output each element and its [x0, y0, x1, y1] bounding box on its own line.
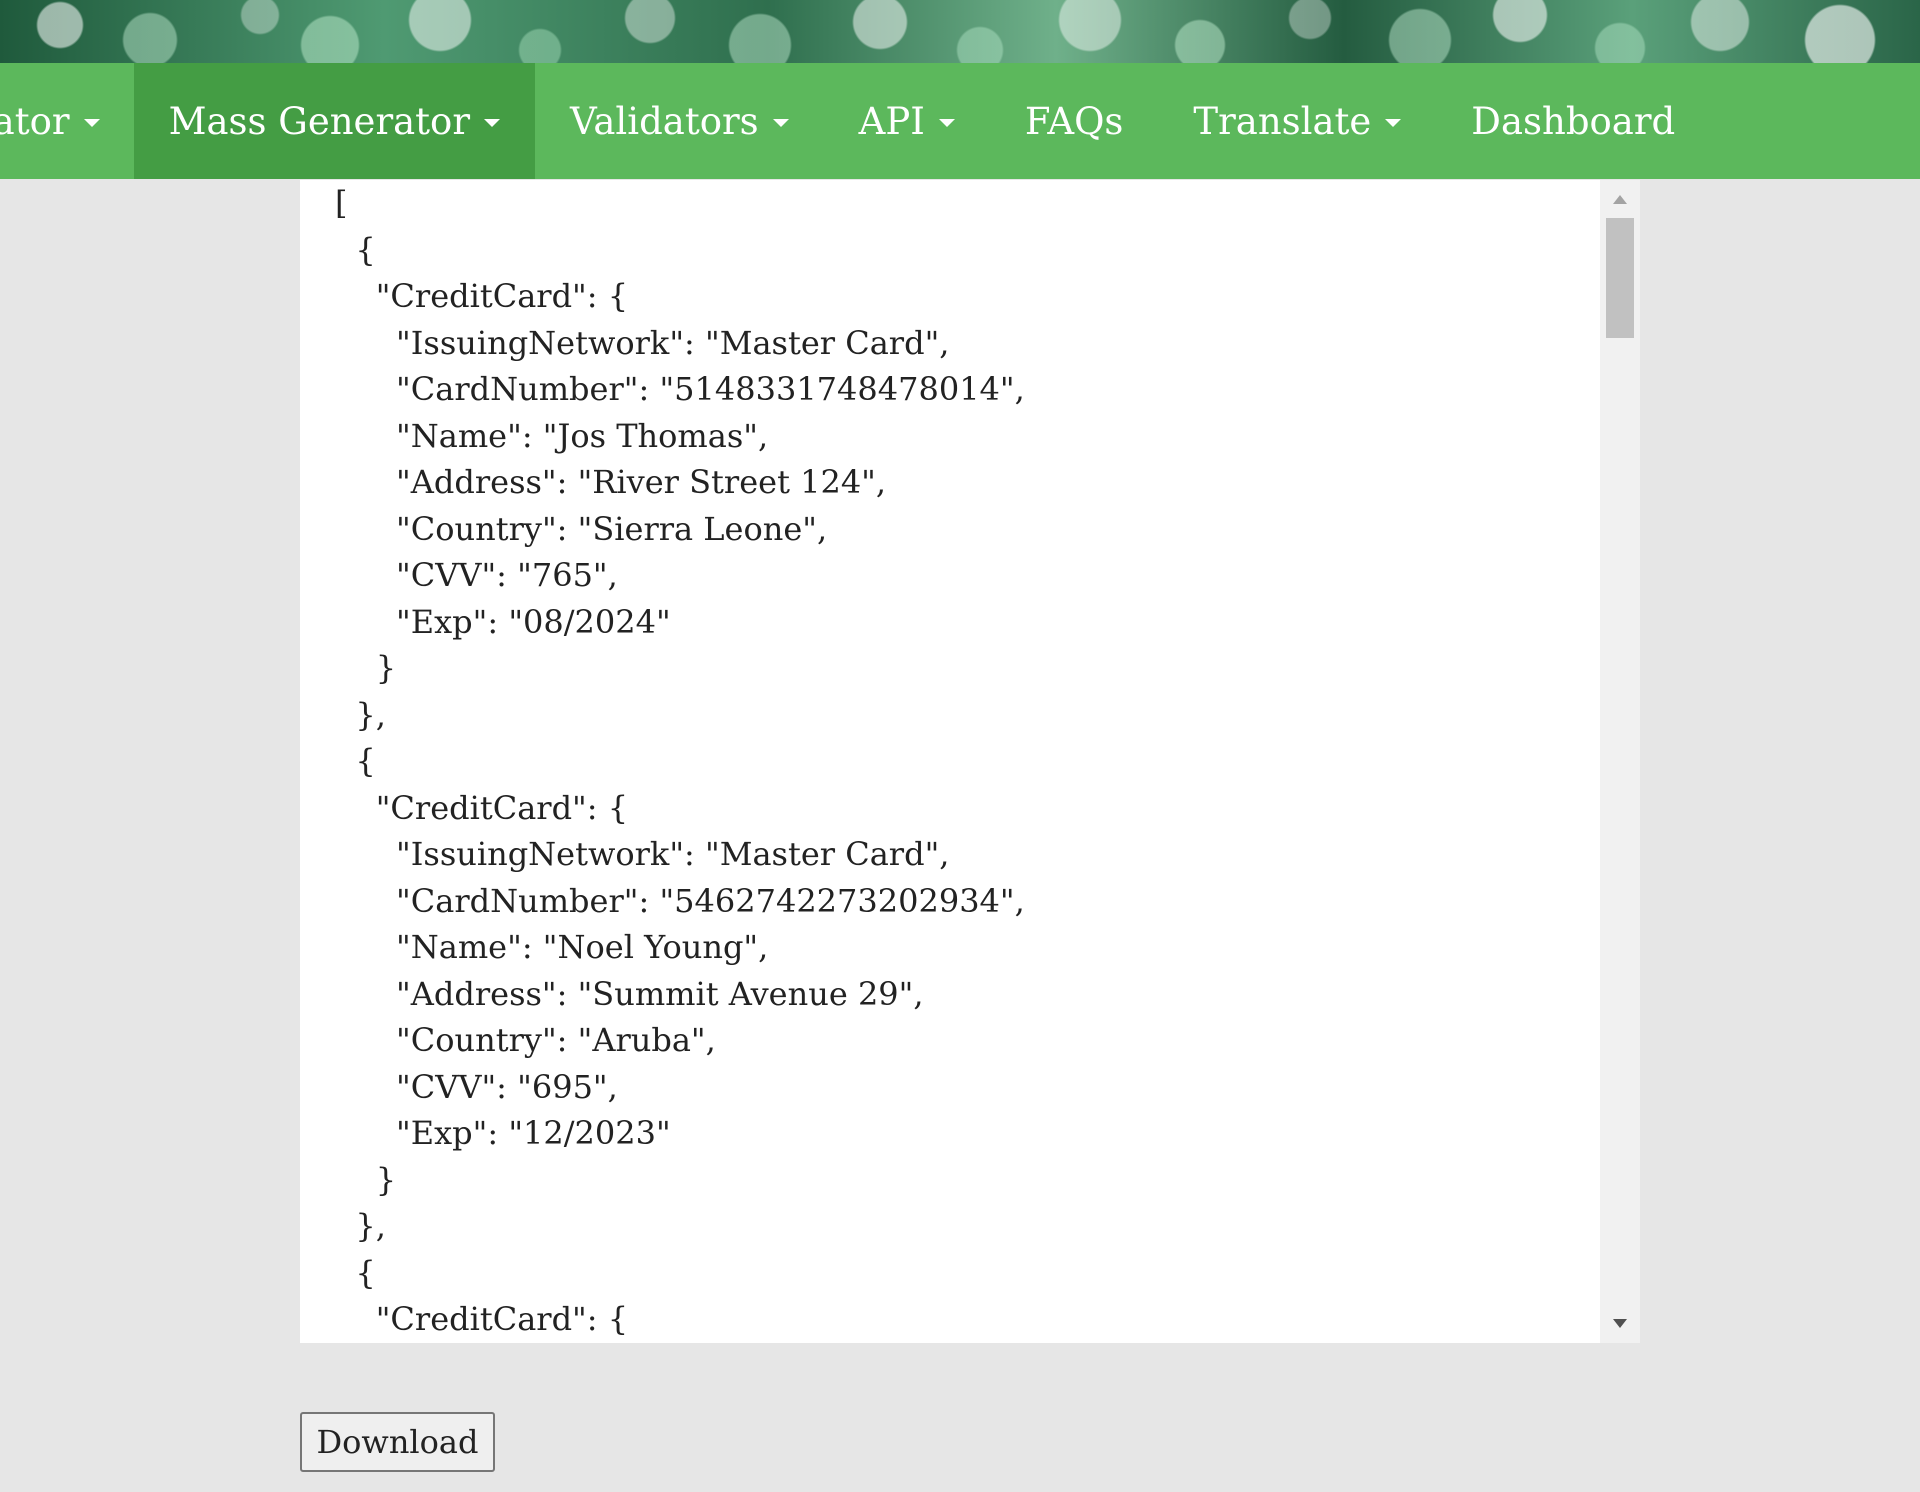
json-output-text: [ { "CreditCard": { "IssuingNetwork": "M…: [335, 184, 1025, 1338]
caret-down-icon: [484, 119, 501, 127]
nav-item-label: FAQs: [1024, 99, 1124, 143]
header-banner: [0, 0, 1920, 63]
nav-item-label: Translate: [1193, 99, 1372, 143]
download-button[interactable]: Download: [300, 1412, 495, 1472]
vertical-scrollbar[interactable]: [1600, 180, 1640, 1343]
nav-item-label: API: [858, 99, 925, 143]
nav-item-label: Dashboard: [1471, 99, 1676, 143]
nav-item-validators[interactable]: Validators: [535, 63, 824, 179]
nav-item-translate[interactable]: Translate: [1158, 63, 1436, 179]
caret-down-icon: [83, 119, 100, 127]
nav-item-label: Validators: [570, 99, 759, 143]
scroll-down-arrow-icon[interactable]: [1613, 1319, 1627, 1328]
nav-item-faqs[interactable]: FAQs: [990, 63, 1159, 179]
scrollbar-thumb[interactable]: [1606, 218, 1634, 338]
main-navbar: rator Mass Generator Validators API FAQs…: [0, 63, 1920, 179]
caret-down-icon: [772, 119, 789, 127]
nav-item-mass-generator[interactable]: Mass Generator: [133, 63, 536, 179]
caret-down-icon: [938, 119, 955, 127]
nav-item-label: rator: [0, 99, 70, 143]
nav-item-api[interactable]: API: [824, 63, 990, 179]
nav-item-dashboard[interactable]: Dashboard: [1436, 63, 1710, 179]
nav-item-generator[interactable]: rator: [0, 63, 134, 179]
scroll-up-arrow-icon[interactable]: [1613, 195, 1627, 204]
nav-item-label: Mass Generator: [168, 99, 471, 143]
json-output-textarea[interactable]: [ { "CreditCard": { "IssuingNetwork": "M…: [300, 180, 1640, 1343]
caret-down-icon: [1385, 119, 1402, 127]
